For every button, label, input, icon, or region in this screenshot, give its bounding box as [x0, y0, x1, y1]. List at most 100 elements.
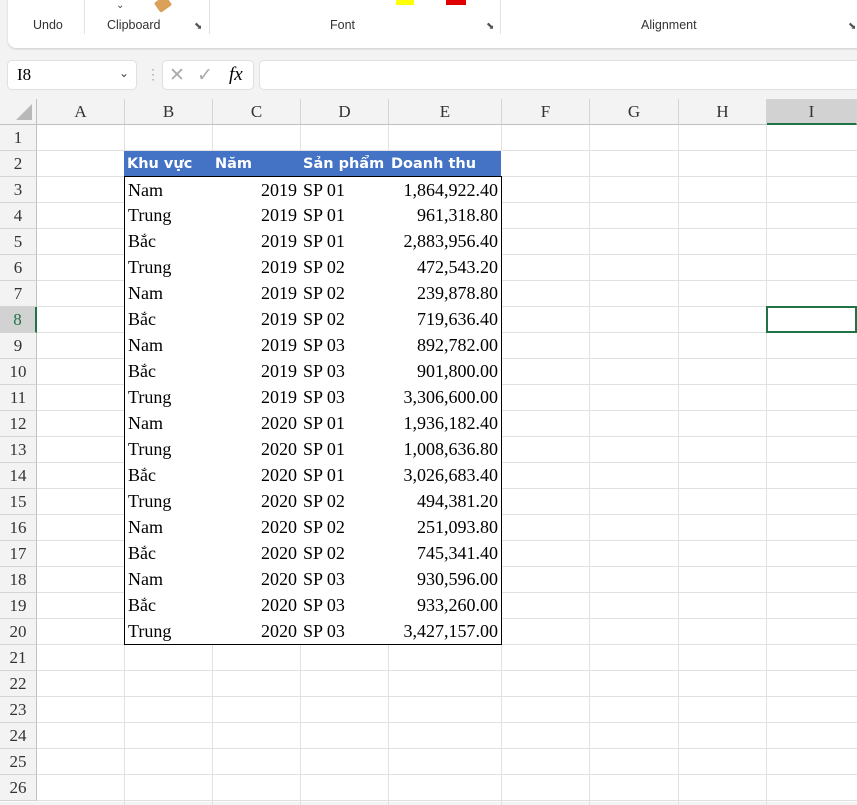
row-header-19[interactable]: 19: [0, 593, 37, 619]
row-header-25[interactable]: 25: [0, 749, 37, 775]
table-cell[interactable]: 2020: [212, 566, 301, 593]
format-painter-icon[interactable]: [153, 0, 173, 13]
table-header-cell[interactable]: Sản phẩm: [300, 151, 389, 177]
row-header-18[interactable]: 18: [0, 567, 37, 593]
table-cell[interactable]: 745,341.40: [388, 540, 502, 567]
row-header-3[interactable]: 3: [0, 177, 37, 203]
table-cell[interactable]: 961,318.80: [388, 202, 502, 229]
table-cell[interactable]: Nam: [124, 332, 213, 359]
row-header-4[interactable]: 4: [0, 203, 37, 229]
worksheet-grid[interactable]: A B C D E F G H I 1 2 3 4 5 6 7 8 9 10 11 12 13 14 15 16 17 18 19 20…: [0, 99, 857, 805]
table-cell[interactable]: 2019: [212, 176, 301, 203]
table-cell[interactable]: SP 01: [300, 176, 389, 203]
table-cell[interactable]: 933,260.00: [388, 592, 502, 619]
table-cell[interactable]: 2019: [212, 228, 301, 255]
table-cell[interactable]: 2019: [212, 280, 301, 307]
table-header-cell[interactable]: Năm: [212, 151, 301, 177]
row-header-5[interactable]: 5: [0, 229, 37, 255]
font-launcher-icon[interactable]: ⬊: [486, 21, 494, 32]
column-header-A[interactable]: A: [37, 99, 125, 125]
column-header-C[interactable]: C: [213, 99, 301, 125]
table-cell[interactable]: 2019: [212, 202, 301, 229]
table-cell[interactable]: SP 03: [300, 384, 389, 411]
table-cell[interactable]: 1,008,636.80: [388, 436, 502, 463]
table-cell[interactable]: 2019: [212, 332, 301, 359]
active-cell-I8[interactable]: [766, 306, 857, 333]
table-cell[interactable]: 2020: [212, 540, 301, 567]
column-header-F[interactable]: F: [502, 99, 590, 125]
table-cell[interactable]: Bắc: [124, 462, 213, 489]
table-cell[interactable]: SP 02: [300, 306, 389, 333]
table-cell[interactable]: SP 01: [300, 410, 389, 437]
row-header-24[interactable]: 24: [0, 723, 37, 749]
row-header-11[interactable]: 11: [0, 385, 37, 411]
table-cell[interactable]: SP 03: [300, 332, 389, 359]
chevron-down-icon[interactable]: ⌄: [119, 66, 129, 80]
table-cell[interactable]: 2019: [212, 254, 301, 281]
table-cell[interactable]: Trung: [124, 618, 213, 645]
row-header-8[interactable]: 8: [0, 307, 37, 333]
clipboard-launcher-icon[interactable]: ⬊: [194, 21, 202, 32]
font-color-icon[interactable]: [446, 0, 466, 5]
table-cell[interactable]: Bắc: [124, 592, 213, 619]
formula-input[interactable]: [259, 60, 857, 90]
row-header-12[interactable]: 12: [0, 411, 37, 437]
table-cell[interactable]: 2019: [212, 358, 301, 385]
table-cell[interactable]: 239,878.80: [388, 280, 502, 307]
table-cell[interactable]: 2020: [212, 488, 301, 515]
table-cell[interactable]: SP 01: [300, 202, 389, 229]
table-cell[interactable]: 3,427,157.00: [388, 618, 502, 645]
undo-dropdown-icon[interactable]: ⌄: [116, 0, 124, 11]
table-cell[interactable]: SP 01: [300, 228, 389, 255]
row-header-9[interactable]: 9: [0, 333, 37, 359]
row-header-22[interactable]: 22: [0, 671, 37, 697]
row-header-7[interactable]: 7: [0, 281, 37, 307]
column-header-I[interactable]: I: [767, 99, 857, 125]
table-cell[interactable]: Nam: [124, 280, 213, 307]
row-header-1[interactable]: 1: [0, 125, 37, 151]
cancel-icon[interactable]: ✕: [169, 64, 185, 87]
row-header-16[interactable]: 16: [0, 515, 37, 541]
table-cell[interactable]: 3,026,683.40: [388, 462, 502, 489]
fill-color-icon[interactable]: [396, 0, 414, 5]
table-cell[interactable]: 2020: [212, 618, 301, 645]
table-header-cell[interactable]: Doanh thu: [388, 151, 502, 177]
table-cell[interactable]: Trung: [124, 254, 213, 281]
table-cell[interactable]: SP 02: [300, 488, 389, 515]
table-cell[interactable]: Trung: [124, 202, 213, 229]
table-cell[interactable]: SP 03: [300, 566, 389, 593]
column-header-G[interactable]: G: [590, 99, 679, 125]
table-cell[interactable]: SP 02: [300, 540, 389, 567]
table-cell[interactable]: 1,864,922.40: [388, 176, 502, 203]
row-header-21[interactable]: 21: [0, 645, 37, 671]
table-cell[interactable]: Trung: [124, 488, 213, 515]
table-cell[interactable]: Bắc: [124, 540, 213, 567]
table-cell[interactable]: 901,800.00: [388, 358, 502, 385]
table-cell[interactable]: Nam: [124, 514, 213, 541]
row-header-15[interactable]: 15: [0, 489, 37, 515]
table-cell[interactable]: Bắc: [124, 358, 213, 385]
row-header-17[interactable]: 17: [0, 541, 37, 567]
table-cell[interactable]: Bắc: [124, 306, 213, 333]
table-cell[interactable]: 2020: [212, 462, 301, 489]
table-cell[interactable]: 2020: [212, 410, 301, 437]
table-cell[interactable]: 2020: [212, 592, 301, 619]
table-cell[interactable]: SP 03: [300, 358, 389, 385]
row-header-14[interactable]: 14: [0, 463, 37, 489]
table-cell[interactable]: 892,782.00: [388, 332, 502, 359]
table-cell[interactable]: Nam: [124, 566, 213, 593]
column-header-E[interactable]: E: [389, 99, 502, 125]
row-header-6[interactable]: 6: [0, 255, 37, 281]
alignment-launcher-icon[interactable]: ⬊: [848, 21, 856, 32]
table-cell[interactable]: 1,936,182.40: [388, 410, 502, 437]
column-header-B[interactable]: B: [125, 99, 213, 125]
table-header-cell[interactable]: Khu vực: [124, 151, 213, 177]
column-header-D[interactable]: D: [301, 99, 389, 125]
table-cell[interactable]: Trung: [124, 436, 213, 463]
table-cell[interactable]: 930,596.00: [388, 566, 502, 593]
insert-function-icon[interactable]: fx: [229, 64, 243, 86]
table-cell[interactable]: SP 02: [300, 280, 389, 307]
table-cell[interactable]: 494,381.20: [388, 488, 502, 515]
column-header-H[interactable]: H: [679, 99, 767, 125]
table-cell[interactable]: 2019: [212, 306, 301, 333]
